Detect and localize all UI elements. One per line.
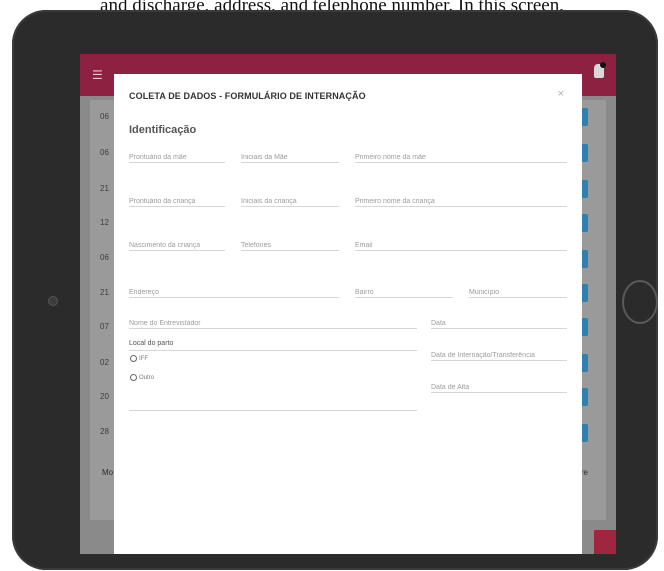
child-birth-field[interactable] (129, 234, 225, 254)
menu-icon[interactable]: ☰ (92, 68, 103, 82)
email-input[interactable] (355, 237, 567, 254)
list-item: 06 (100, 148, 109, 157)
mother-record-input[interactable] (129, 149, 225, 166)
birth-place-option-iff[interactable]: IFF (130, 355, 148, 362)
radio-circle-icon (130, 374, 137, 381)
list-item: 02 (100, 358, 109, 367)
neighborhood-input[interactable] (355, 284, 453, 301)
phones-input[interactable] (241, 237, 339, 254)
radio-label: IFF (139, 355, 148, 362)
child-record-input[interactable] (129, 193, 225, 210)
radio-circle-icon (130, 355, 137, 362)
background-footer-button[interactable] (594, 530, 616, 554)
email-field[interactable] (355, 234, 567, 254)
mother-first-name-input[interactable] (355, 149, 567, 166)
child-record-field[interactable] (129, 190, 225, 210)
app-screen: ☰ 06 06 21 12 06 21 07 02 20 28 Mo ire C… (80, 54, 616, 554)
mother-initials-field[interactable] (241, 146, 339, 166)
discharge-date-field[interactable] (431, 376, 567, 396)
admission-date-field[interactable] (431, 344, 567, 364)
date-field[interactable] (431, 312, 567, 332)
list-item: 07 (100, 322, 109, 331)
admission-date-input[interactable] (431, 347, 567, 364)
discharge-date-input[interactable] (431, 379, 567, 396)
mother-first-name-field[interactable] (355, 146, 567, 166)
address-field[interactable] (129, 281, 339, 301)
modal-title: COLETA DE DADOS - FORMULÁRIO DE INTERNAÇ… (129, 91, 366, 101)
list-item: 28 (100, 427, 109, 436)
mother-initials-input[interactable] (241, 149, 339, 166)
phones-field[interactable] (241, 234, 339, 254)
child-initials-input[interactable] (241, 193, 339, 210)
interviewer-name-field[interactable] (129, 312, 417, 332)
address-input[interactable] (129, 284, 339, 301)
birth-place-option-other[interactable]: Outro (130, 374, 154, 381)
tablet-frame: ☰ 06 06 21 12 06 21 07 02 20 28 Mo ire C… (12, 10, 658, 570)
list-item: 21 (100, 288, 109, 297)
background-text-left: Mo (102, 468, 114, 477)
city-input[interactable] (469, 284, 567, 301)
home-button[interactable] (622, 280, 658, 324)
neighborhood-field[interactable] (355, 281, 453, 301)
interviewer-name-input[interactable] (129, 315, 417, 332)
birth-place-label: Local do parto (129, 340, 174, 347)
list-item: 06 (100, 253, 109, 262)
child-birth-input[interactable] (129, 237, 225, 254)
close-icon[interactable]: × (558, 88, 564, 100)
notification-badge (600, 62, 606, 68)
other-place-field[interactable] (129, 410, 417, 411)
child-initials-field[interactable] (241, 190, 339, 210)
birth-place-divider (129, 350, 417, 351)
city-field[interactable] (469, 281, 567, 301)
list-item: 12 (100, 218, 109, 227)
child-first-name-input[interactable] (355, 193, 567, 210)
admission-form-modal: COLETA DE DADOS - FORMULÁRIO DE INTERNAÇ… (114, 74, 582, 554)
camera-icon (48, 296, 58, 306)
list-item: 21 (100, 184, 109, 193)
list-item: 20 (100, 392, 109, 401)
list-item: 06 (100, 112, 109, 121)
section-title: Identificação (129, 124, 197, 136)
mother-record-field[interactable] (129, 146, 225, 166)
radio-label: Outro (139, 374, 155, 381)
date-input[interactable] (431, 315, 567, 332)
child-first-name-field[interactable] (355, 190, 567, 210)
